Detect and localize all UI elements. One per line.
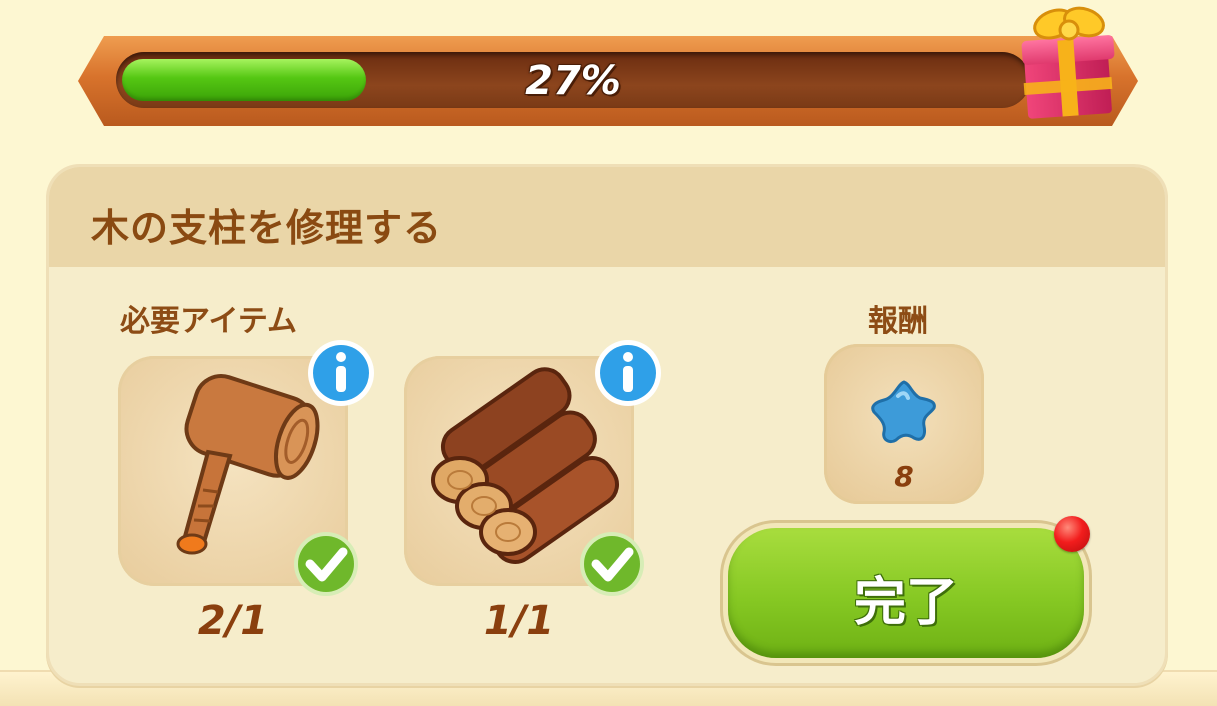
check-icon xyxy=(294,532,358,596)
progress-bar: 27% xyxy=(116,52,1030,108)
item-count-mallet: 2/1 xyxy=(197,598,269,644)
card-header: 木の支柱を修理する xyxy=(49,167,1165,267)
complete-button-label: 完了 xyxy=(853,573,958,633)
task-title: 木の支柱を修理する xyxy=(91,206,443,250)
info-icon[interactable] xyxy=(593,338,663,408)
complete-button[interactable]: 完了 xyxy=(728,528,1084,658)
item-count-logs: 1/1 xyxy=(483,598,555,644)
required-items-label: 必要アイテム xyxy=(120,304,297,339)
check-icon xyxy=(580,532,644,596)
info-icon[interactable] xyxy=(306,338,376,408)
reward-amount: 8 xyxy=(894,460,914,493)
reward-slot: 8 xyxy=(824,344,984,504)
blue-star-icon xyxy=(871,380,936,444)
progress-percent: 27% xyxy=(525,58,621,104)
notification-dot xyxy=(1054,516,1090,552)
reward-label: 報酬 xyxy=(868,304,928,339)
gift-box-icon[interactable] xyxy=(1018,0,1124,124)
